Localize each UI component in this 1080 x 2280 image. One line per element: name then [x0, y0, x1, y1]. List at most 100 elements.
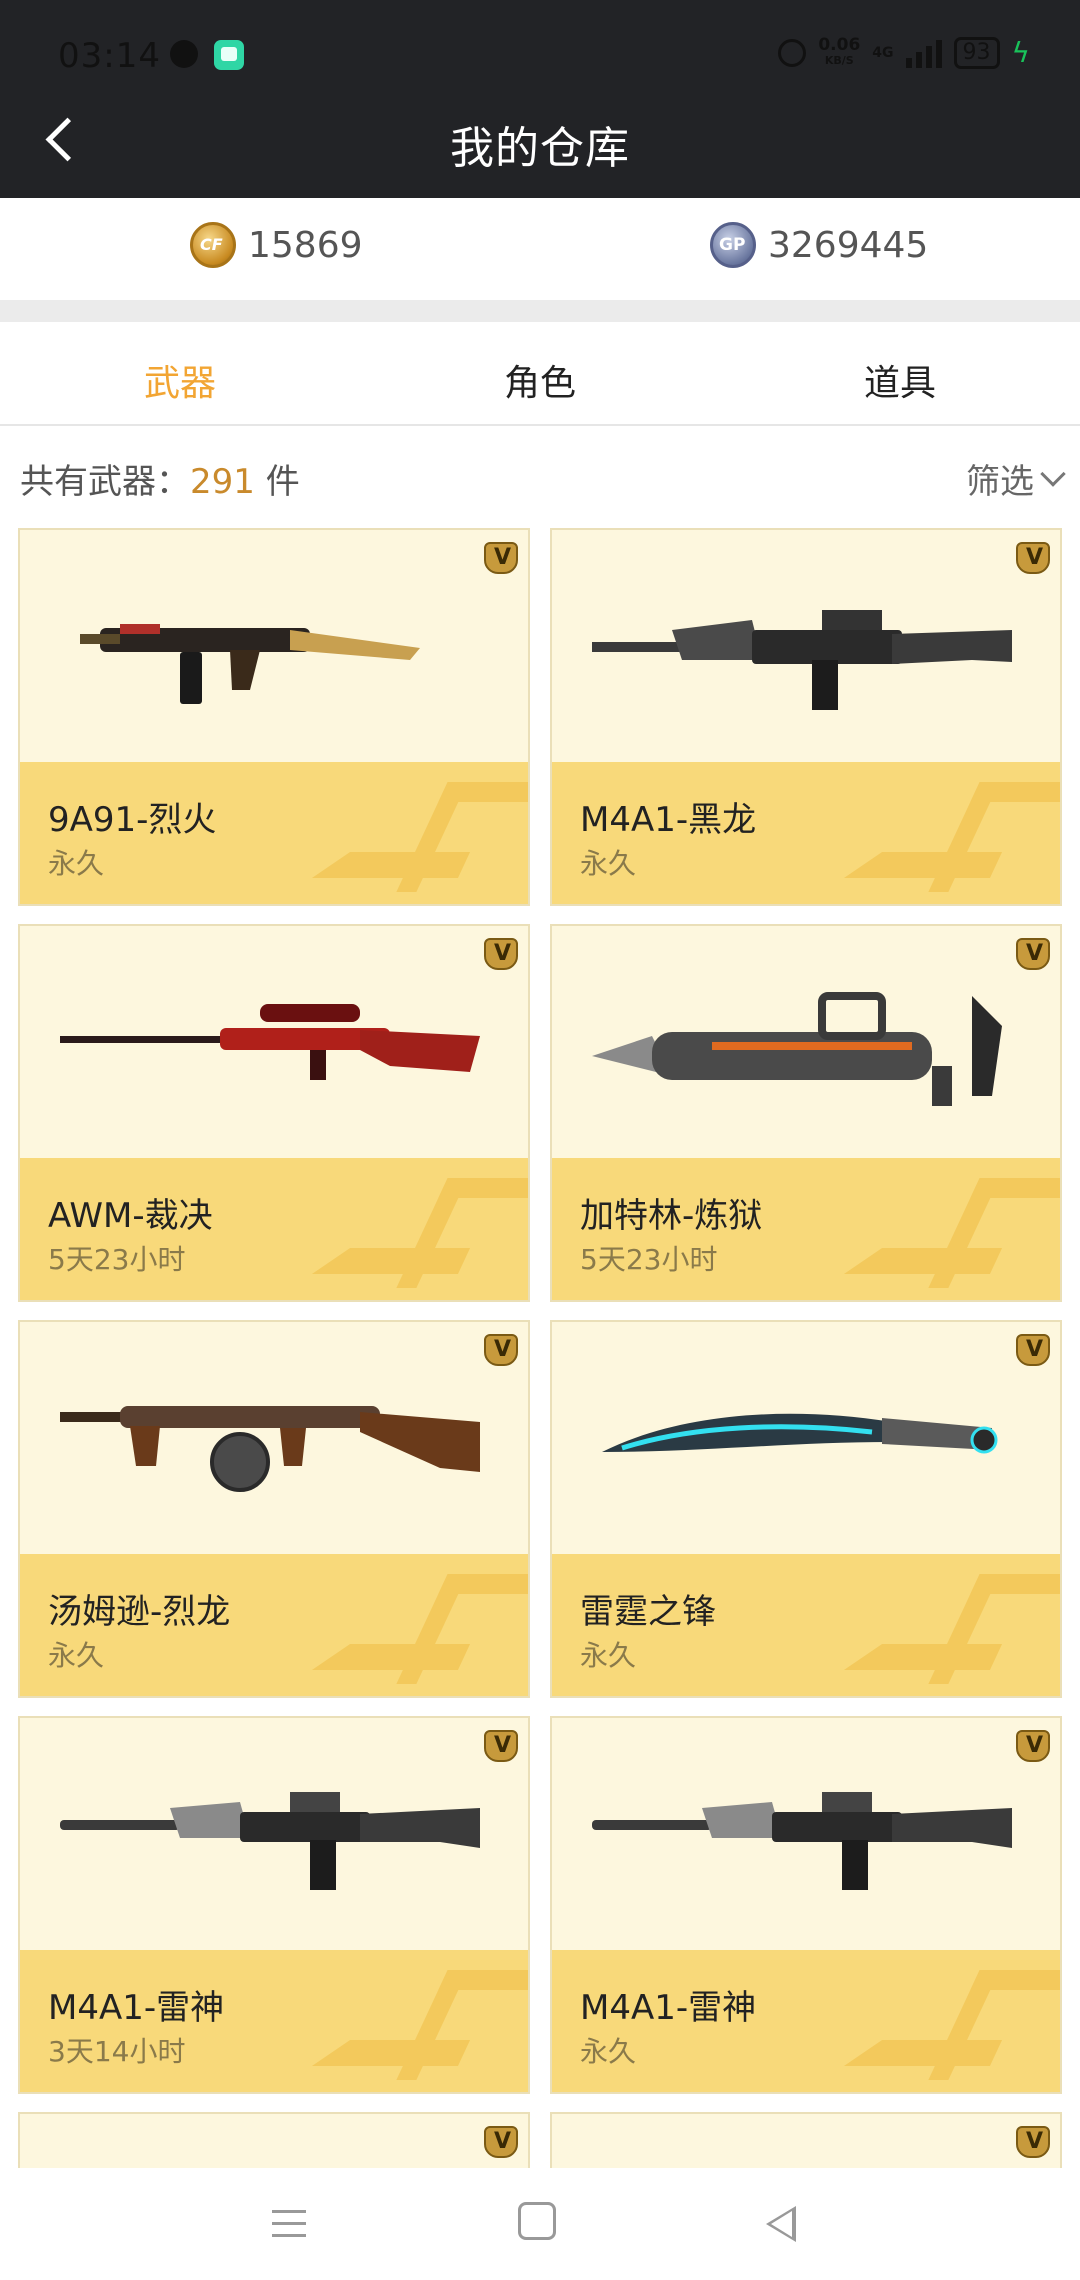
weapon-duration: 永久 [580, 2035, 637, 2068]
weapon-info: M4A1-雷神 3天14小时 [20, 1950, 528, 2092]
weapon-name: 9A91-烈火 [48, 800, 217, 840]
status-icons: 0.06 KB/S 4G 93 ϟ [778, 36, 1030, 69]
tab-items[interactable]: 道具 [800, 354, 1000, 406]
smg-icon [80, 624, 420, 704]
weapon-image [20, 926, 528, 1158]
divider [0, 300, 1080, 322]
weapon-image [20, 1718, 528, 1950]
weapon-card[interactable]: 雷霆之锋 永久 [550, 1320, 1062, 1698]
cf-logo-watermark [864, 1168, 1054, 1294]
app-notification-icon [214, 40, 244, 70]
weapon-name: M4A1-黑龙 [580, 800, 757, 840]
weapon-name: 雷霆之锋 [580, 1592, 716, 1632]
net-speed-value: 0.06 [818, 34, 861, 55]
weapon-duration: 永久 [580, 847, 637, 880]
menu-icon[interactable] [268, 2202, 312, 2246]
weapon-card[interactable]: M4A1-黑龙 永久 [550, 528, 1062, 906]
filter-button[interactable]: 筛选 [966, 454, 1066, 503]
weapon-info: 雷霆之锋 永久 [552, 1554, 1060, 1696]
home-icon[interactable] [518, 2202, 556, 2240]
app-header: 我的仓库 [0, 82, 1080, 198]
weapon-duration: 永久 [580, 1639, 637, 1672]
weapon-info: M4A1-黑龙 永久 [552, 762, 1060, 904]
tommy-gun-icon [60, 1406, 480, 1492]
weapon-image [552, 1322, 1060, 1554]
weapon-count: 共有武器：291 件 [20, 454, 300, 503]
rifle-icon [592, 1792, 1012, 1890]
weapon-image [552, 530, 1060, 762]
weapon-card[interactable]: M4A1-雷神 永久 [550, 1716, 1062, 2094]
chevron-down-icon [1040, 460, 1066, 487]
weapon-info: 9A91-烈火 永久 [20, 762, 528, 904]
weapon-card[interactable] [550, 2112, 1062, 2172]
gp-coin-icon [710, 222, 756, 268]
weapon-image [552, 1718, 1060, 1950]
gatling-gun-icon [592, 992, 1002, 1106]
weapon-card[interactable]: 汤姆逊-烈龙 永久 [18, 1320, 530, 1698]
weapon-info: AWM-裁决 5天23小时 [20, 1158, 528, 1300]
rifle-icon [592, 610, 1012, 710]
net-speed: 0.06 KB/S [818, 34, 861, 68]
weapon-image [20, 2114, 528, 2170]
currency-bar: 15869 3269445 [0, 198, 1080, 298]
battery-icon: 93 [953, 36, 1000, 69]
weapon-image [552, 2114, 1060, 2170]
vip-badge-icon [1016, 2126, 1050, 2158]
weapon-card[interactable] [18, 2112, 530, 2172]
weapon-duration: 5天23小时 [48, 1243, 186, 1276]
weapon-duration: 永久 [48, 847, 105, 880]
vip-badge-icon [484, 2126, 518, 2158]
vip-badge-icon [484, 938, 518, 970]
weapon-card[interactable]: M4A1-雷神 3天14小时 [18, 1716, 530, 2094]
weapon-count-prefix: 共有武器： [20, 462, 190, 502]
cf-logo-watermark [332, 1168, 522, 1294]
cf-points-value: 15869 [248, 224, 363, 266]
filter-label: 筛选 [966, 462, 1034, 502]
weapon-count-unit: 件 [254, 462, 300, 502]
cf-logo-watermark [864, 1960, 1054, 2086]
weapon-image [552, 926, 1060, 1158]
net-speed-unit: KB/S [824, 53, 854, 67]
network-type: 4G [872, 44, 894, 61]
weapon-card[interactable]: 加特林-炼狱 5天23小时 [550, 924, 1062, 1302]
cf-logo-watermark [332, 1960, 522, 2086]
tab-characters[interactable]: 角色 [440, 354, 640, 406]
weapon-name: AWM-裁决 [48, 1196, 213, 1236]
system-nav-bar [0, 2168, 1080, 2280]
blade-icon [602, 1413, 998, 1454]
weapon-name: M4A1-雷神 [48, 1988, 225, 2028]
vip-badge-icon [484, 1730, 518, 1762]
charging-icon: ϟ [1011, 36, 1030, 69]
weapon-duration: 5天23小时 [580, 1243, 718, 1276]
weapon-name: M4A1-雷神 [580, 1988, 757, 2028]
signal-icon [905, 38, 942, 68]
weapon-info: 加特林-炼狱 5天23小时 [552, 1158, 1060, 1300]
sniper-rifle-icon [60, 1004, 480, 1080]
page-title: 我的仓库 [450, 123, 630, 174]
weapon-image [20, 530, 528, 762]
weapon-image [20, 1322, 528, 1554]
weapon-card[interactable]: AWM-裁决 5天23小时 [18, 924, 530, 1302]
alarm-icon [778, 38, 807, 67]
weapon-info: M4A1-雷神 永久 [552, 1950, 1060, 2092]
cf-points: 15869 [190, 222, 363, 268]
vip-badge-icon [1016, 542, 1050, 574]
back-nav-icon[interactable] [760, 2202, 804, 2246]
globe-icon [170, 40, 198, 68]
weapon-duration: 永久 [48, 1639, 105, 1672]
cf-logo-watermark [864, 772, 1054, 898]
gp-value: 3269445 [768, 224, 929, 266]
status-bar: 03:14 0.06 KB/S 4G 93 ϟ [0, 0, 1080, 82]
vip-badge-icon [484, 542, 518, 574]
weapon-name: 汤姆逊-烈龙 [48, 1592, 231, 1632]
weapon-card[interactable]: 9A91-烈火 永久 [18, 528, 530, 906]
tab-weapons[interactable]: 武器 [80, 354, 280, 406]
cf-logo-watermark [864, 1564, 1054, 1690]
weapon-name: 加特林-炼狱 [580, 1196, 763, 1236]
vip-badge-icon [484, 1334, 518, 1366]
weapon-duration: 3天14小时 [48, 2035, 186, 2068]
vip-badge-icon [1016, 1730, 1050, 1762]
cf-logo-watermark [332, 772, 522, 898]
summary-row: 共有武器：291 件 筛选 [0, 428, 1080, 520]
rifle-icon [60, 1792, 480, 1890]
